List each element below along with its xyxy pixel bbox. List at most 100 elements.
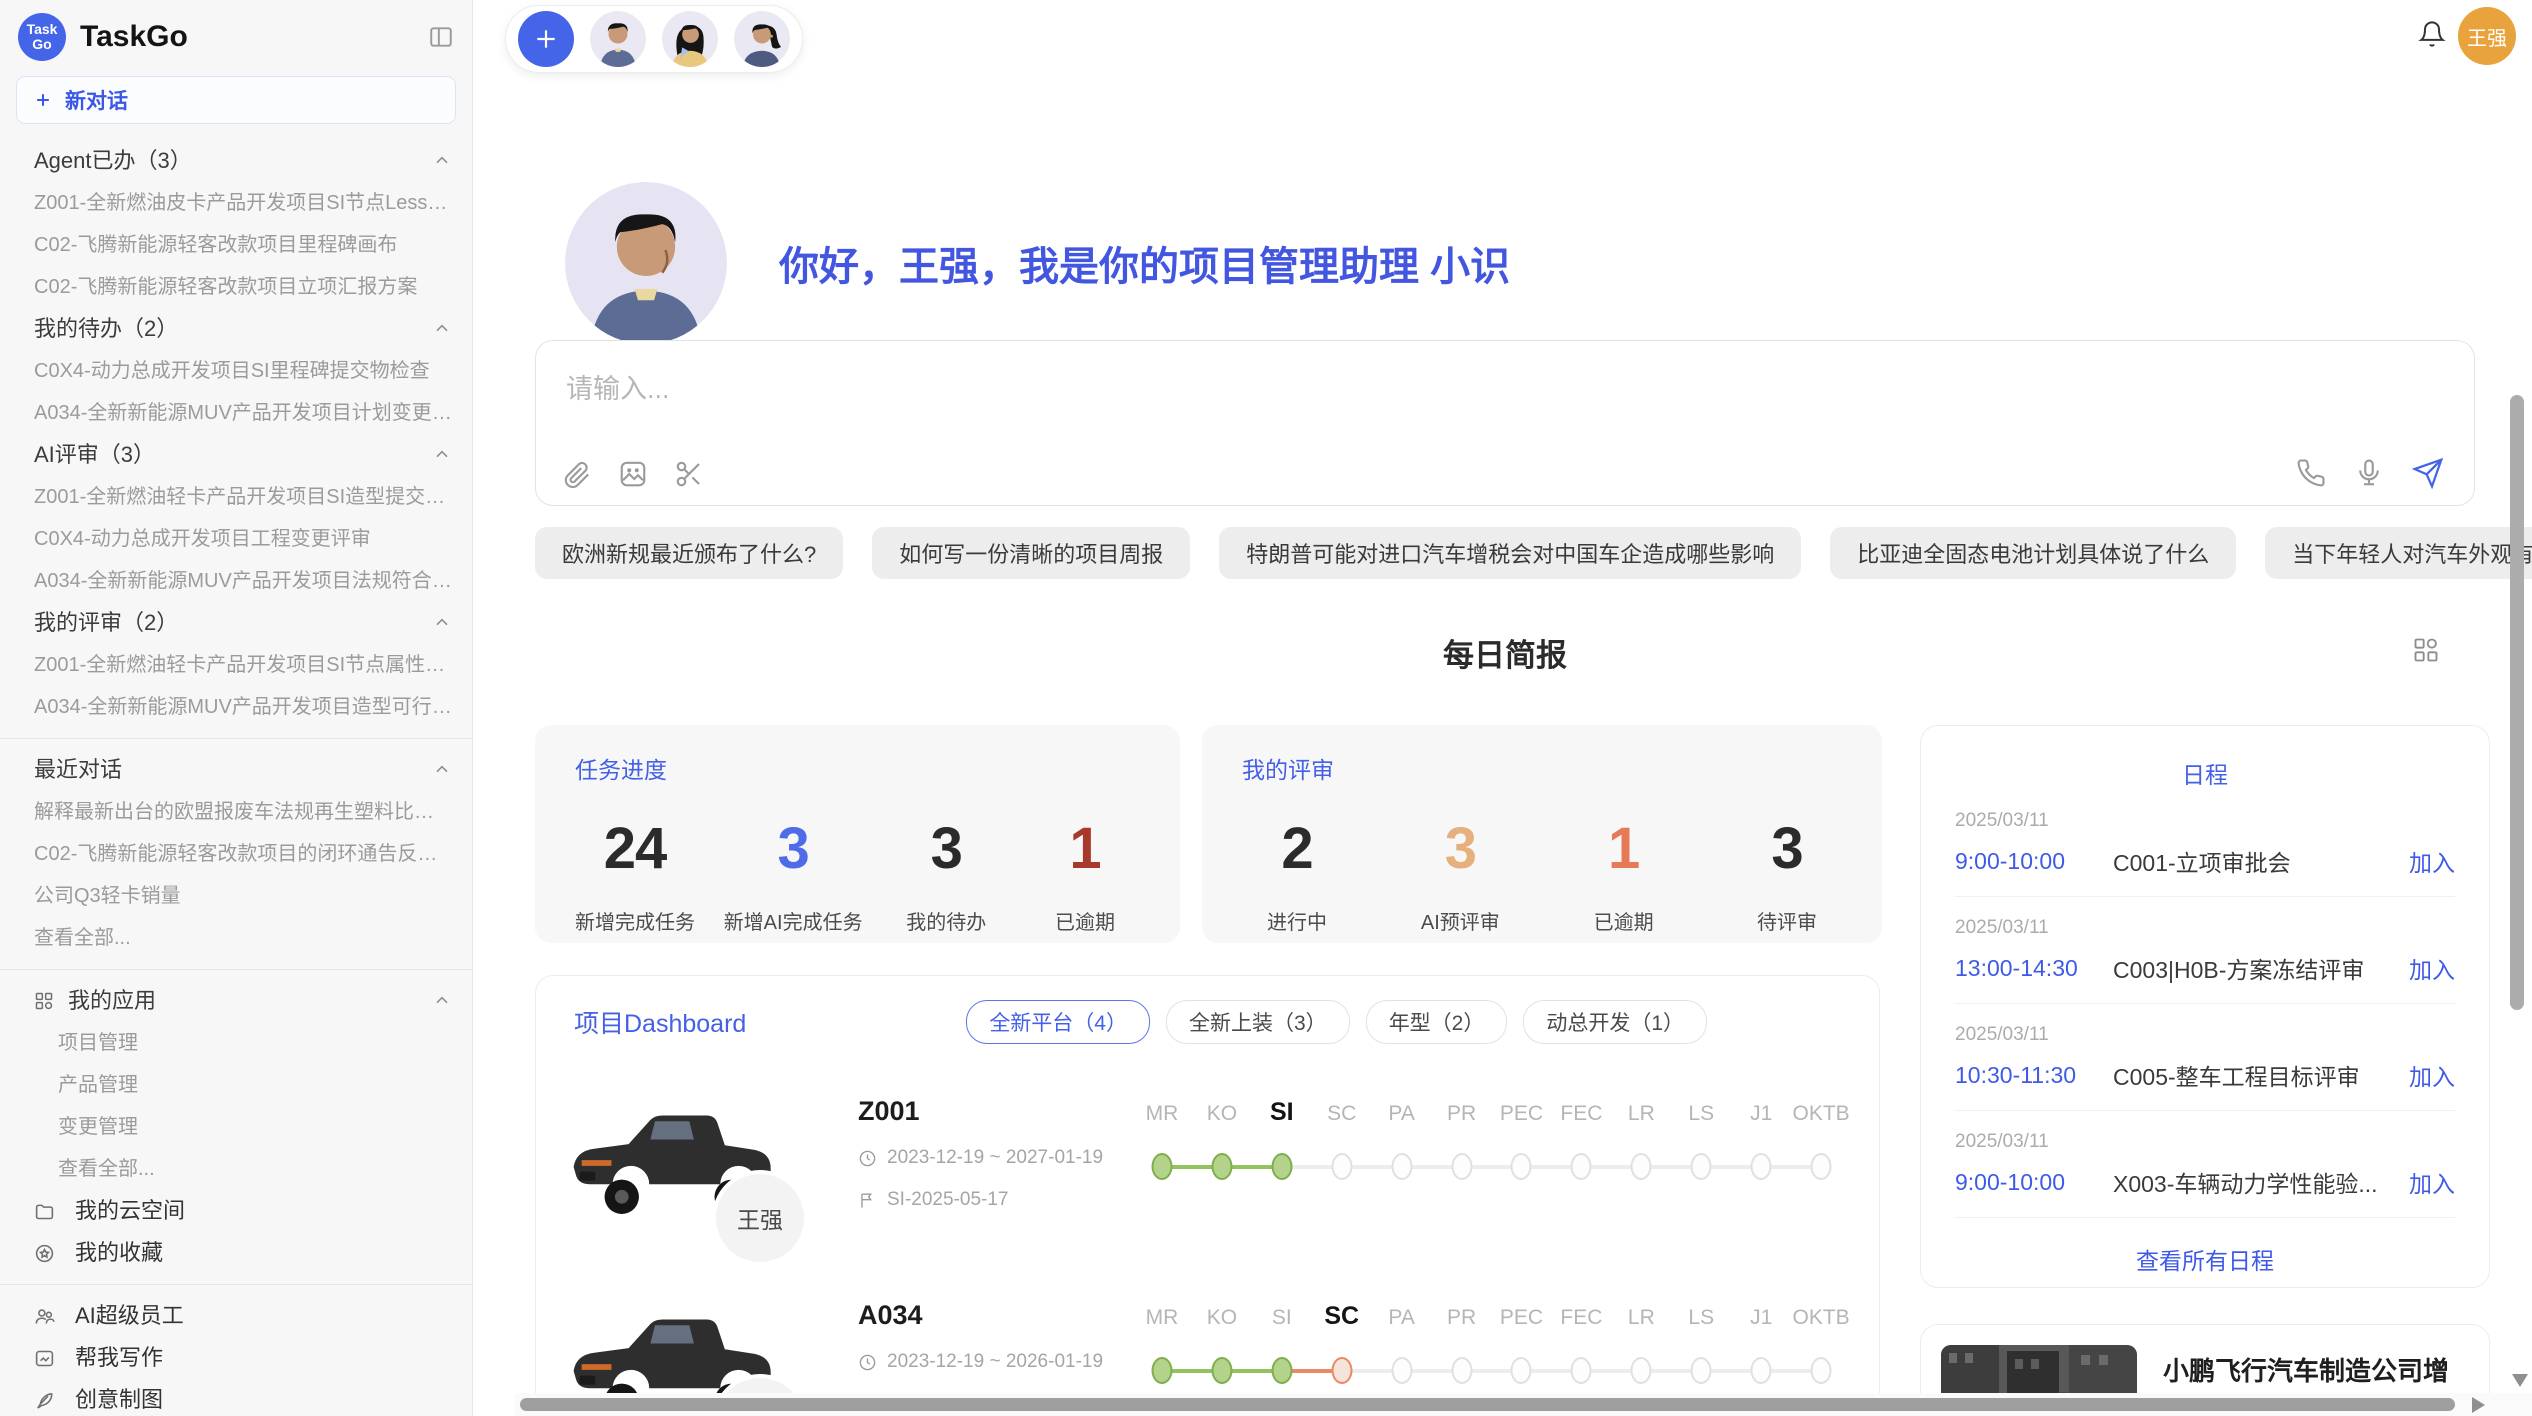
dashboard-title: 项目Dashboard — [574, 1004, 746, 1040]
chevron-up-icon[interactable] — [432, 760, 452, 780]
sidebar-item-help-me-write[interactable]: 帮我写作 — [0, 1337, 472, 1379]
stat-value: 24 — [575, 815, 695, 882]
sidebar-item[interactable]: A034-全新新能源MUV产品开发项目造型可行性评审 — [0, 686, 472, 728]
agent-avatar[interactable] — [662, 11, 718, 67]
milestone-node-oktb[interactable] — [1791, 1151, 1851, 1183]
section-title: AI评审（3） — [34, 434, 155, 476]
chevron-up-icon[interactable] — [432, 319, 452, 339]
agent-avatar[interactable] — [590, 11, 646, 67]
sidebar-item[interactable]: 解释最新出台的欧盟报废车法规再生塑料比例被调至15%... — [0, 791, 472, 833]
stat-value: 3 — [724, 815, 863, 882]
milestone-labels: MRKOSISCPAPRPECFECLRLSJ1OKTB — [1132, 1302, 1851, 1331]
new-chat-button[interactable]: 新对话 — [16, 76, 456, 124]
collapse-panel-icon[interactable] — [428, 24, 454, 50]
sidebar-item-app[interactable]: 项目管理 — [0, 1022, 472, 1064]
section-recent-chats[interactable]: 最近对话 — [0, 749, 472, 791]
sidebar-item-app[interactable]: 产品管理 — [0, 1064, 472, 1106]
scroll-down-arrow[interactable] — [2512, 1374, 2528, 1387]
sidebar-item[interactable]: C02-飞腾新能源轻客改款项目的闭环通告反馈情况 — [0, 833, 472, 875]
phone-call-icon[interactable] — [2296, 458, 2326, 488]
attachment-icon[interactable] — [562, 459, 592, 489]
milestone-dot — [1571, 1357, 1592, 1384]
section-my-todo[interactable]: 我的待办（2） — [0, 308, 472, 350]
suggestion-chip[interactable]: 特朗普可能对进口汽车增税会对中国车企造成哪些影响 — [1219, 527, 1801, 579]
composer-left-actions — [562, 459, 704, 489]
schedule-event-title: C001-立项审批会 — [2113, 844, 2395, 878]
suggestion-chip[interactable]: 欧洲新规最近颁布了什么? — [535, 527, 843, 579]
sidebar-item-app[interactable]: 变更管理 — [0, 1106, 472, 1148]
sidebar-item[interactable]: Z001-全新燃油轻卡产品开发项目SI节点属性5D文件评审 — [0, 644, 472, 686]
sidebar-item-cloud-space[interactable]: 我的云空间 — [0, 1190, 472, 1232]
milestone-dot — [1211, 1357, 1232, 1384]
view-all-schedule-link[interactable]: 查看所有日程 — [1955, 1242, 2455, 1276]
milestone-dot — [1691, 1357, 1712, 1384]
sidebar-item-ai-super-staff[interactable]: AI超级员工 — [0, 1295, 472, 1337]
schedule-title: 日程 — [1955, 756, 2455, 790]
send-icon[interactable] — [2412, 457, 2444, 489]
sidebar-item[interactable]: Z001-全新燃油皮卡产品开发项目SI节点Lesson Learn报告 — [0, 182, 472, 224]
chevron-up-icon[interactable] — [432, 445, 452, 465]
sidebar-item-creative-drawing[interactable]: 创意制图 — [0, 1379, 472, 1416]
scroll-right-arrow[interactable] — [2472, 1397, 2485, 1413]
milestone-label-lr: LR — [1611, 1306, 1671, 1330]
milestone-dot — [1151, 1357, 1172, 1384]
sidebar-item-favorites[interactable]: 我的收藏 — [0, 1232, 472, 1274]
stat: 24 新增完成任务 — [575, 815, 695, 935]
milestone-label-si: SI — [1252, 1098, 1312, 1127]
stat-label: 进行中 — [1242, 906, 1352, 935]
horizontal-scrollbar-thumb[interactable] — [520, 1398, 2455, 1411]
sidebar-item[interactable]: 公司Q3轻卡销量 — [0, 875, 472, 917]
sidebar-item-label: 我的云空间 — [75, 1190, 185, 1232]
sidebar-item[interactable]: A034-全新新能源MUV产品开发项目计划变更表编写 — [0, 392, 472, 434]
sidebar-item[interactable]: C0X4-动力总成开发项目工程变更评审 — [0, 518, 472, 560]
medal-icon — [34, 1243, 55, 1264]
sidebar-item[interactable]: A034-全新新能源MUV产品开发项目法规符合性评审 — [0, 560, 472, 602]
sidebar-item[interactable]: Z001-全新燃油轻卡产品开发项目SI造型提交物评审 — [0, 476, 472, 518]
sidebar-item-view-all[interactable]: 查看全部... — [0, 1148, 472, 1190]
layout-grid-icon[interactable] — [2412, 636, 2440, 664]
notification-bell-icon[interactable] — [2418, 20, 2446, 48]
schedule-date: 2025/03/11 — [1955, 917, 2455, 939]
milestone-label-oktb: OKTB — [1791, 1306, 1851, 1330]
join-link[interactable]: 加入 — [2409, 1058, 2455, 1092]
join-link[interactable]: 加入 — [2409, 951, 2455, 985]
tab-all-new-platform[interactable]: 全新平台（4） — [966, 1000, 1150, 1044]
section-my-apps[interactable]: 我的应用 — [0, 980, 472, 1022]
milestone-dots — [1132, 1151, 1851, 1183]
join-link[interactable]: 加入 — [2409, 844, 2455, 878]
section-ai-review[interactable]: AI评审（3） — [0, 434, 472, 476]
sidebar-item[interactable]: C0X4-动力总成开发项目SI里程碑提交物检查 — [0, 350, 472, 392]
suggestion-chip[interactable]: 比亚迪全固态电池计划具体说了什么 — [1830, 527, 2236, 579]
join-link[interactable]: 加入 — [2409, 1165, 2455, 1199]
tab-model-year[interactable]: 年型（2） — [1366, 1000, 1508, 1044]
chevron-up-icon[interactable] — [432, 613, 452, 633]
stat: 3 待评审 — [1732, 815, 1842, 935]
sidebar-item[interactable]: C02-飞腾新能源轻客改款项目立项汇报方案 — [0, 266, 472, 308]
tab-all-new-body[interactable]: 全新上装（3） — [1166, 1000, 1350, 1044]
project-row[interactable]: 王强 Z001 2023-12-19 ~ 2027-01-19 SI-2025-… — [556, 1096, 1851, 1228]
chat-input-card[interactable]: 请输入... — [535, 340, 2475, 506]
milestone-label-ko: KO — [1192, 1306, 1252, 1330]
milestone-track: MRKOSISCPAPRPECFECLRLSJ1OKTB — [1132, 1098, 1851, 1183]
tab-powertrain-dev[interactable]: 动总开发（1） — [1523, 1000, 1707, 1044]
sidebar-item[interactable]: C02-飞腾新能源轻客改款项目里程碑画布 — [0, 224, 472, 266]
vertical-scrollbar-thumb[interactable] — [2510, 395, 2524, 1010]
chat-input[interactable]: 请输入... — [566, 367, 2444, 406]
chevron-up-icon[interactable] — [432, 151, 452, 171]
suggestion-chip[interactable]: 如何写一份清晰的项目周报 — [872, 527, 1190, 579]
add-agent-button[interactable] — [518, 11, 574, 67]
user-avatar[interactable]: 王强 — [2458, 7, 2516, 65]
scissors-icon[interactable] — [674, 459, 704, 489]
project-dashboard-card: 项目Dashboard 全新平台（4） 全新上装（3） 年型（2） 动总开发（1… — [535, 975, 1880, 1416]
microphone-icon[interactable] — [2354, 458, 2384, 488]
section-my-review[interactable]: 我的评审（2） — [0, 602, 472, 644]
chevron-up-icon[interactable] — [432, 991, 452, 1011]
milestone-label-mr: MR — [1132, 1306, 1192, 1330]
sidebar-item-view-all[interactable]: 查看全部... — [0, 917, 472, 959]
suggestion-chip[interactable]: 当下年轻人对汽车外观有怎样的喜好趋势 — [2265, 527, 2532, 579]
image-upload-icon[interactable] — [618, 459, 648, 489]
milestone-dot — [1571, 1153, 1592, 1180]
section-agent-done[interactable]: Agent已办（3） — [0, 140, 472, 182]
milestone-node-oktb[interactable] — [1791, 1355, 1851, 1387]
agent-avatar[interactable] — [734, 11, 790, 67]
